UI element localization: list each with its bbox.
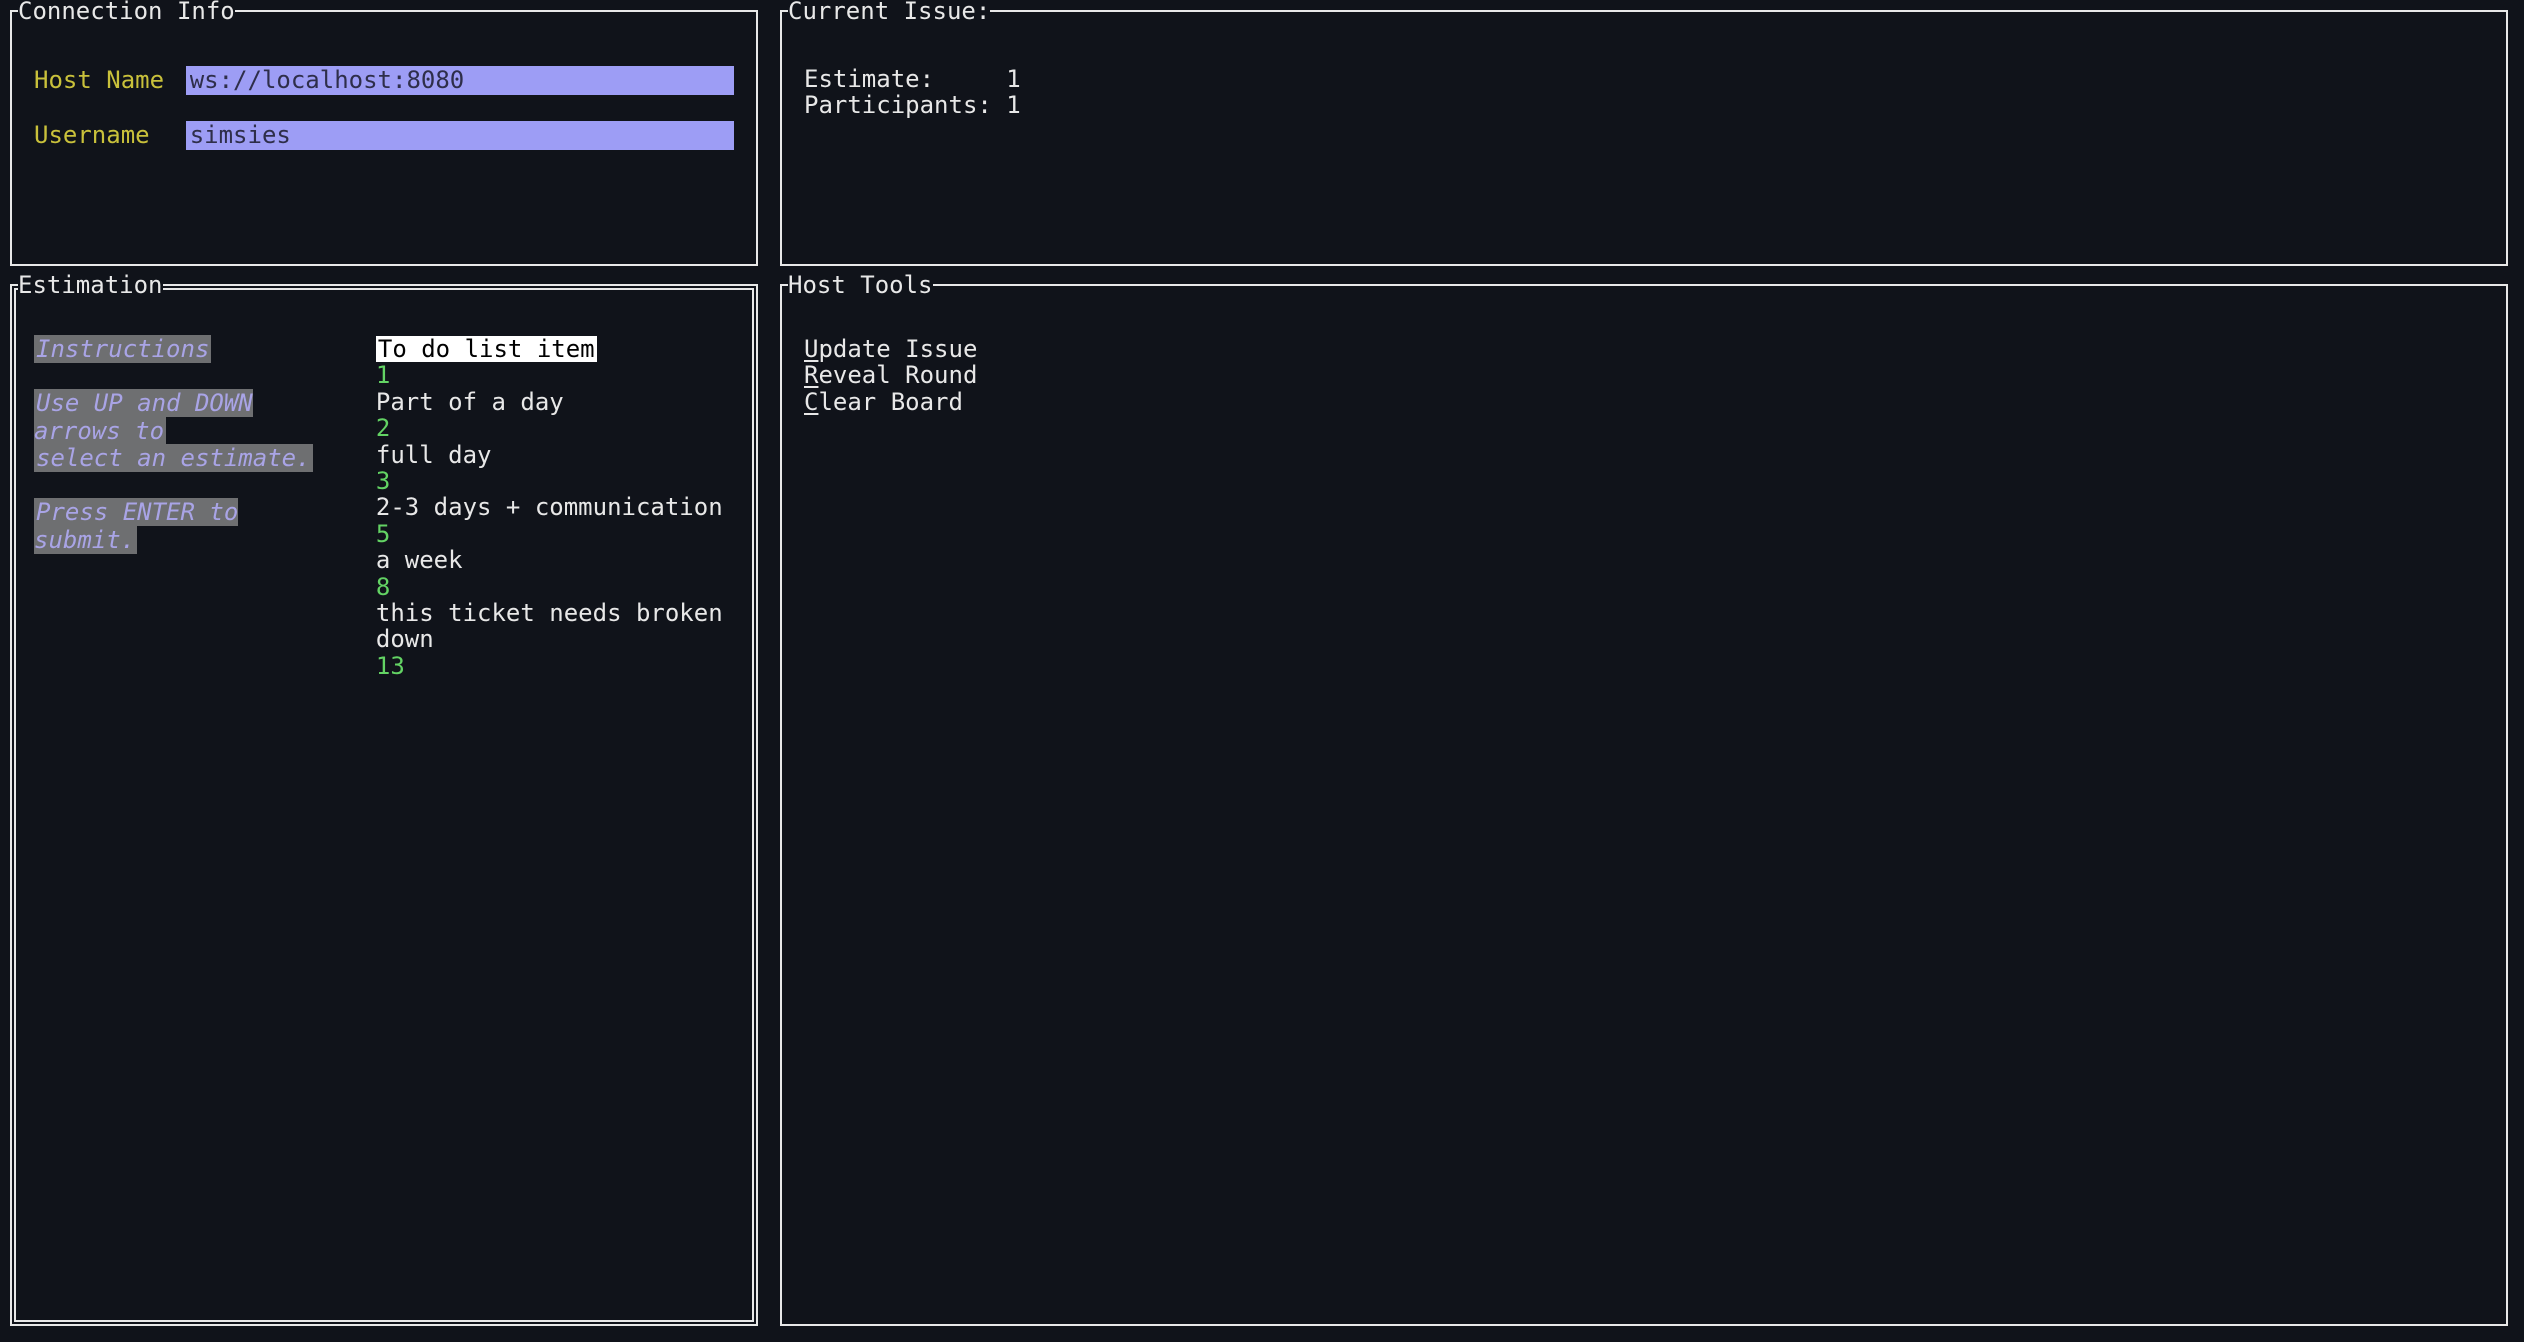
host-tools-list: Update IssueReveal RoundClear Board [804,336,2484,415]
estimation-title: Estimation [18,272,163,298]
host-tool-text: eveal Round [818,361,977,389]
connection-info-panel: Connection Info Host Name Username [10,10,758,266]
host-tool-item[interactable]: Clear Board [804,389,2484,415]
current-issue-panel: Current Issue: Estimate: 1 Participants:… [780,10,2508,266]
host-tool-text: pdate Issue [818,335,977,363]
estimation-panel: Estimation Instructions Use UP and DOWN … [10,284,758,1326]
host-tool-hotkey: R [804,361,818,389]
instructions-line-1b: select an estimate. [34,444,313,472]
estimate-line: Estimate: 1 [804,66,2484,92]
username-row: Username [34,121,734,150]
host-tool-item[interactable]: Update Issue [804,336,2484,362]
host-tool-text: lear Board [818,388,963,416]
estimate-option-value: 8 [376,574,734,600]
participants-label: Participants: [804,91,992,119]
estimate-option-label[interactable]: full day [376,442,734,468]
estimate-option-label[interactable]: Part of a day [376,389,734,415]
current-issue-title: Current Issue: [788,0,990,24]
host-tool-hotkey: C [804,388,818,416]
instructions-block: Instructions Use UP and DOWN arrows to s… [34,336,352,679]
host-tools-panel: Host Tools Update IssueReveal RoundClear… [780,284,2508,1326]
estimate-options-list[interactable]: To do list item1Part of a day2full day32… [376,336,734,679]
estimate-option-label[interactable]: this ticket needs broken down [376,600,734,653]
host-input[interactable] [186,66,734,95]
instructions-line-1a: Use UP and DOWN arrows to [34,389,253,445]
estimate-option-label[interactable]: To do list item [376,336,597,362]
estimate-option-value: 2 [376,415,734,441]
estimate-option-label[interactable]: a week [376,547,734,573]
estimate-value: 1 [1006,65,1020,93]
estimate-option-value: 3 [376,468,734,494]
instructions-line-2: Press ENTER to submit. [34,498,238,554]
host-tool-item[interactable]: Reveal Round [804,362,2484,388]
host-tools-title: Host Tools [788,272,933,298]
estimate-option-value: 5 [376,521,734,547]
host-tool-hotkey: U [804,335,818,363]
estimate-option-value: 1 [376,362,734,388]
estimate-label: Estimate: [804,65,934,93]
instructions-heading: Instructions [34,335,211,363]
participants-value: 1 [1006,91,1020,119]
username-input[interactable] [186,121,734,150]
estimate-option-value: 13 [376,653,734,679]
host-row: Host Name [34,66,734,95]
connection-info-title: Connection Info [18,0,235,24]
estimate-option-label[interactable]: 2-3 days + communication [376,494,734,520]
host-label: Host Name [34,67,171,93]
username-label: Username [34,122,171,148]
participants-line: Participants: 1 [804,92,2484,118]
